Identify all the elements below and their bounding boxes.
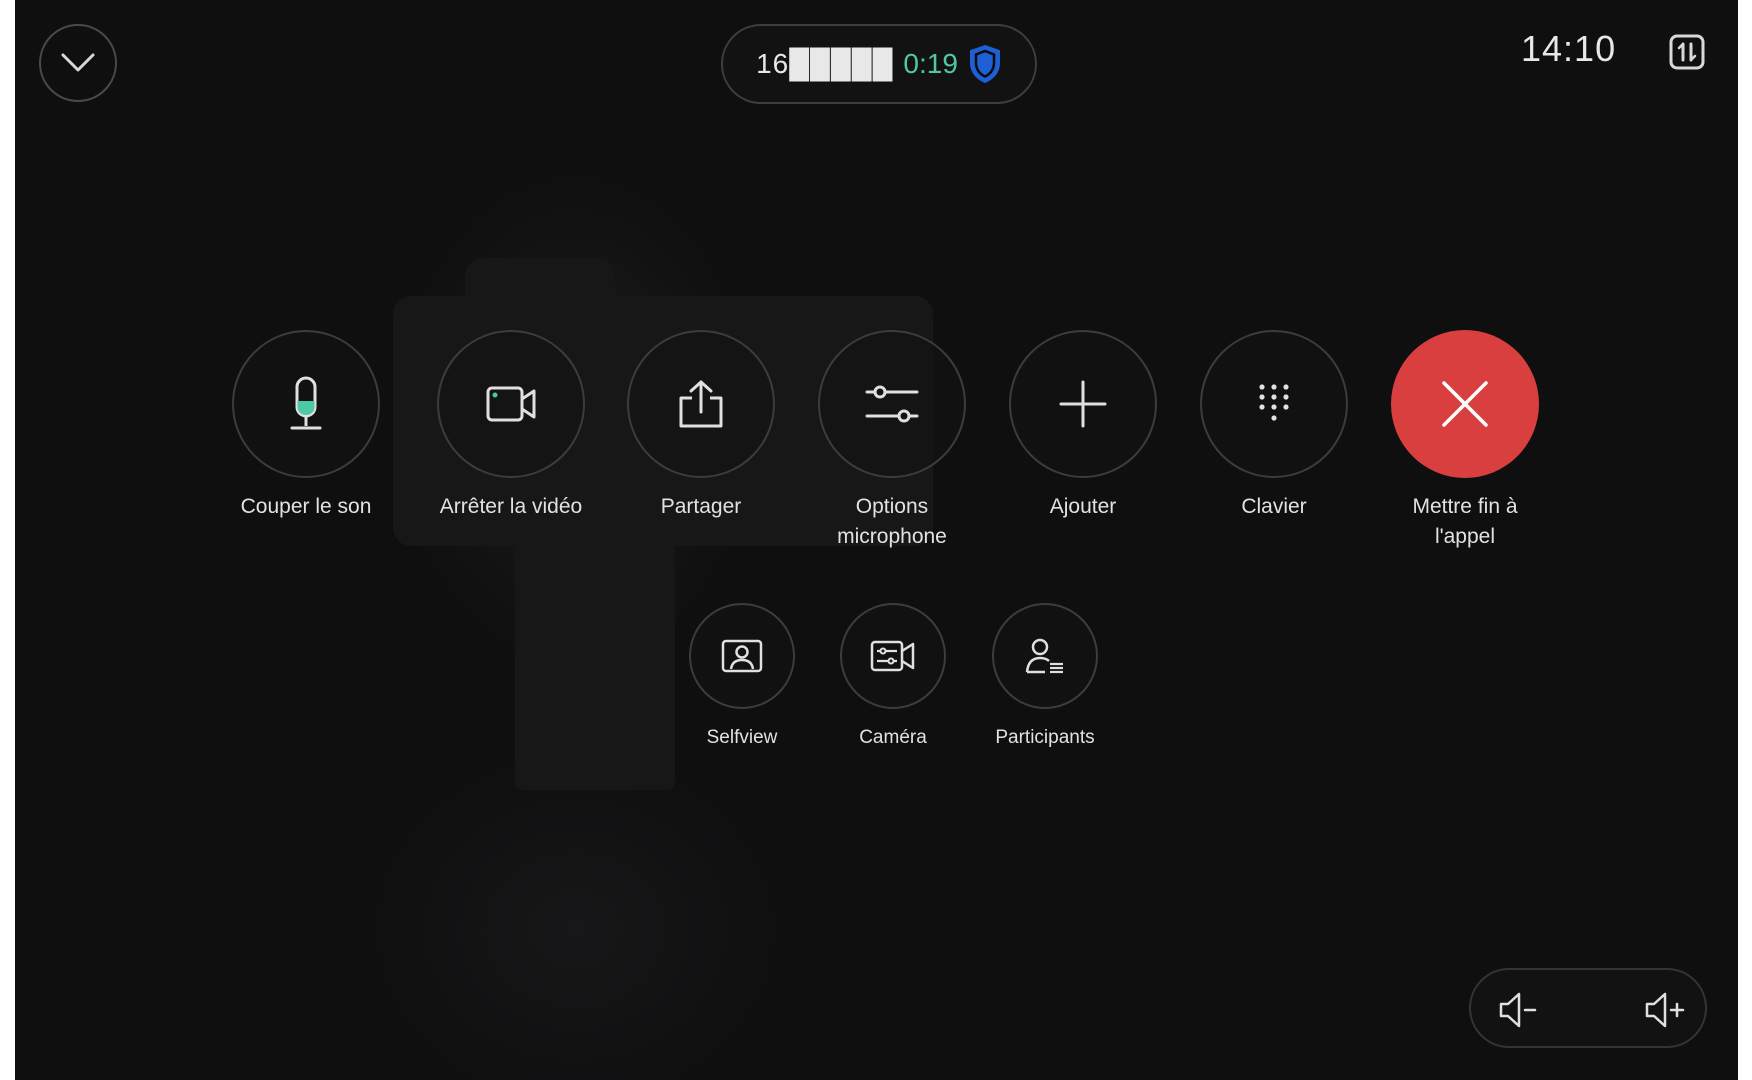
- microphone-icon: [290, 376, 322, 430]
- call-screen: 16█████ 0:19 14:10 Couper le son Arrêter…: [15, 0, 1738, 1080]
- volume-down-icon[interactable]: [1495, 988, 1539, 1032]
- sliders-icon: [865, 385, 919, 423]
- plus-icon: [1059, 380, 1107, 428]
- shield-icon: [969, 44, 1000, 84]
- mic-options-label: Options microphone: [837, 495, 947, 548]
- camera-label: Caméra: [859, 727, 927, 748]
- mute-label: Couper le son: [240, 495, 372, 518]
- end-call-label: Mettre fin à l'appel: [1412, 495, 1518, 548]
- collapse-button[interactable]: [39, 24, 117, 102]
- end-call-button-circle[interactable]: [1391, 330, 1539, 478]
- call-number: 16█████: [756, 48, 894, 79]
- video-camera-icon: [486, 386, 536, 422]
- share-button-circle[interactable]: [627, 330, 775, 478]
- selfview-icon: [721, 639, 763, 673]
- mute-button[interactable]: Couper le son: [226, 330, 386, 522]
- participants-button-circle[interactable]: [992, 603, 1098, 709]
- share-icon: [679, 380, 723, 428]
- keypad-button[interactable]: Clavier: [1194, 330, 1354, 522]
- participants-label: Participants: [995, 727, 1095, 748]
- mic-options-button[interactable]: Options microphone: [812, 330, 972, 552]
- clock: 14:10: [1521, 28, 1617, 69]
- mute-button-circle[interactable]: [232, 330, 380, 478]
- video-backdrop: [515, 540, 675, 790]
- panel-toggle-icon[interactable]: [1669, 34, 1705, 70]
- camera-button-circle[interactable]: [840, 603, 946, 709]
- keypad-icon: [1259, 384, 1289, 421]
- participants-button[interactable]: Participants: [973, 603, 1117, 753]
- add-button-circle[interactable]: [1009, 330, 1157, 478]
- end-call-button[interactable]: Mettre fin à l'appel: [1375, 330, 1555, 552]
- participants-icon: [1025, 638, 1063, 674]
- keypad-label: Clavier: [1241, 495, 1307, 518]
- selfview-button-circle[interactable]: [689, 603, 795, 709]
- share-label: Partager: [660, 495, 742, 518]
- volume-control: [1469, 968, 1707, 1048]
- close-icon: [1442, 381, 1488, 427]
- share-button[interactable]: Partager: [621, 330, 781, 522]
- stop-video-label: Arrêter la vidéo: [439, 495, 583, 518]
- selfview-button[interactable]: Selfview: [672, 603, 812, 753]
- camera-settings-icon: [870, 640, 915, 672]
- stop-video-button-circle[interactable]: [437, 330, 585, 478]
- add-button[interactable]: Ajouter: [1003, 330, 1163, 522]
- add-label: Ajouter: [1049, 495, 1117, 518]
- call-info-pill[interactable]: 16█████ 0:19: [721, 24, 1037, 104]
- keypad-button-circle[interactable]: [1200, 330, 1348, 478]
- chevron-down-icon: [61, 53, 95, 72]
- volume-up-icon[interactable]: [1643, 988, 1687, 1032]
- mic-options-button-circle[interactable]: [818, 330, 966, 478]
- call-duration: 0:19: [903, 48, 958, 79]
- selfview-label: Selfview: [706, 727, 778, 748]
- camera-button[interactable]: Caméra: [823, 603, 963, 753]
- stop-video-button[interactable]: Arrêter la vidéo: [414, 330, 608, 522]
